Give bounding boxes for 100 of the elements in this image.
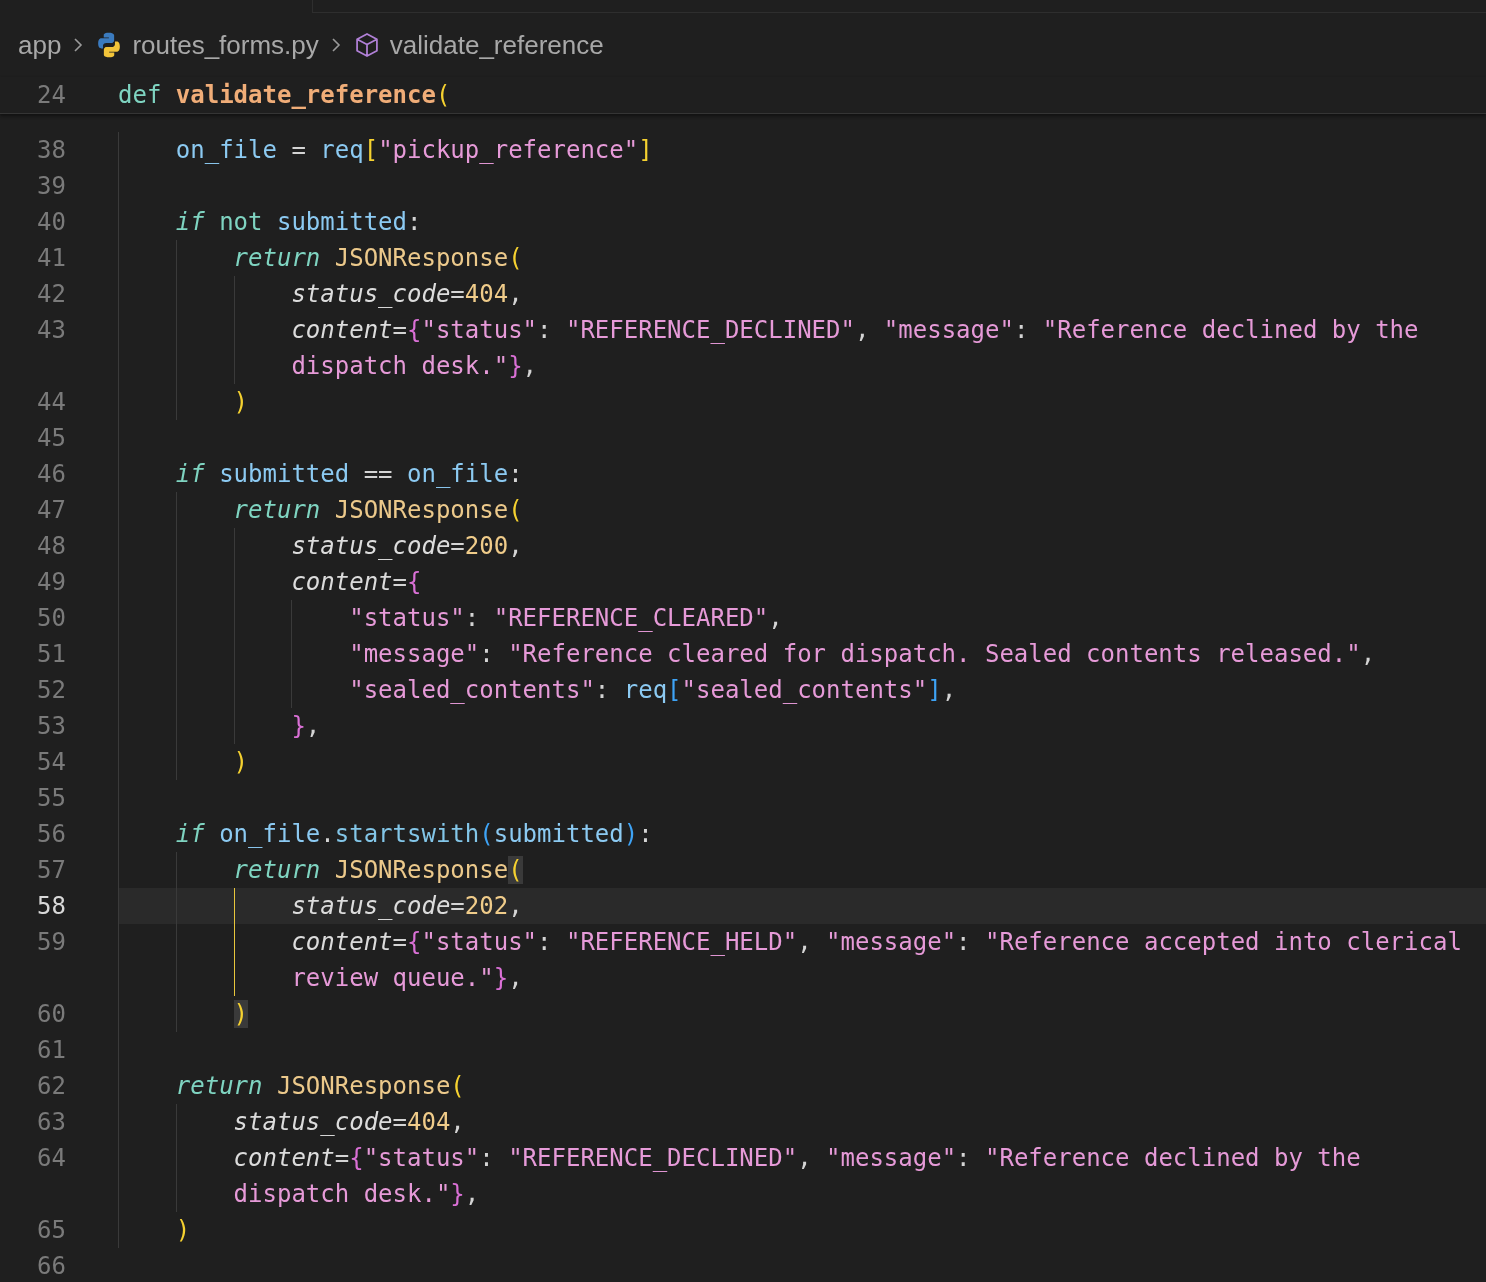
- string-literal: "REFERENCE_CLEARED": [493, 604, 769, 632]
- string-literal: dispatch desk.": [291, 352, 509, 380]
- string-literal: "status": [421, 316, 538, 344]
- keyword: return: [233, 496, 321, 524]
- line-number: 56: [37, 820, 66, 848]
- operator: ,: [464, 1180, 480, 1208]
- keyword: return: [175, 1072, 263, 1100]
- string-literal: "Reference accepted into clerical: [985, 928, 1462, 956]
- number-literal: 404: [407, 1108, 451, 1136]
- operator: ,: [508, 964, 523, 992]
- operator: ,: [854, 316, 871, 344]
- line-number: 24: [36, 81, 66, 109]
- bracket: ): [233, 1000, 249, 1028]
- bracket: (: [508, 496, 523, 524]
- operator: ,: [450, 1108, 465, 1136]
- operator: :: [479, 1144, 495, 1172]
- variable-name: on_file: [218, 820, 321, 848]
- operator: =: [392, 1108, 407, 1136]
- class-name: JSONResponse: [333, 496, 509, 524]
- operator: :: [956, 1144, 972, 1172]
- line-number: 40: [37, 208, 66, 236]
- operator: :: [464, 604, 481, 632]
- operator: ,: [941, 676, 957, 704]
- operator: =: [450, 532, 465, 560]
- line-number: 38: [37, 136, 66, 164]
- string-literal: "message": [349, 640, 480, 668]
- variable-name: on_file: [175, 136, 277, 164]
- chevron-icon: [73, 37, 84, 53]
- operator: =: [334, 1144, 350, 1172]
- line-number: 47: [37, 496, 66, 524]
- number-literal: 404: [464, 280, 509, 308]
- bracket: (: [508, 244, 523, 272]
- bracket: ): [623, 820, 639, 848]
- operator: :: [594, 676, 611, 704]
- operator: :: [508, 460, 523, 488]
- parameter-name: status_code: [233, 1108, 393, 1136]
- string-literal: "status": [421, 928, 538, 956]
- keyword: def: [118, 81, 162, 109]
- bracket: ]: [927, 676, 942, 704]
- operator: ,: [768, 604, 783, 632]
- string-literal: "status": [349, 604, 465, 632]
- operator: :: [407, 208, 422, 236]
- line-number: 52: [37, 676, 66, 704]
- bracket: {: [349, 1144, 364, 1172]
- operator: =: [450, 280, 465, 308]
- operator: ,: [1360, 640, 1376, 668]
- string-literal: "message": [826, 1144, 957, 1172]
- line-number: 39: [37, 172, 66, 200]
- class-name: JSONResponse: [275, 1072, 451, 1100]
- function-name: validate_reference: [174, 81, 436, 109]
- breadcrumb-item[interactable]: routes_forms.py: [132, 29, 319, 61]
- operator: =: [392, 928, 407, 956]
- line-number: 49: [37, 568, 66, 596]
- bracket: ): [233, 388, 249, 416]
- parameter-name: content: [291, 316, 393, 344]
- breadcrumb-item[interactable]: app: [18, 29, 62, 61]
- operator: ,: [508, 280, 523, 308]
- line-number: 44: [37, 388, 66, 416]
- parameter-name: content: [233, 1144, 335, 1172]
- operator: =: [392, 568, 407, 596]
- bracket: [: [667, 676, 682, 704]
- line-number: 63: [37, 1108, 66, 1136]
- variable-name: req: [320, 136, 364, 164]
- string-literal: review queue.": [291, 964, 494, 992]
- keyword: if: [175, 820, 205, 848]
- line-number: 62: [37, 1072, 66, 1100]
- string-literal: "REFERENCE_HELD": [565, 928, 798, 956]
- string-literal: "Reference declined by the: [1042, 316, 1419, 344]
- line-number: 50: [37, 604, 66, 632]
- parameter-name: status_code: [291, 532, 451, 560]
- operator: :: [537, 928, 553, 956]
- breadcrumb-item[interactable]: validate_reference: [389, 29, 604, 61]
- line-number: 64: [37, 1144, 66, 1172]
- operator: =: [450, 892, 465, 920]
- operator: ,: [797, 928, 813, 956]
- bracket: (: [450, 1072, 465, 1100]
- bracket: }: [508, 352, 523, 380]
- string-literal: "REFERENCE_DECLINED": [508, 1144, 798, 1172]
- class-name: JSONResponse: [333, 244, 509, 272]
- operator: ,: [305, 712, 321, 740]
- operator: ==: [362, 460, 393, 488]
- line-number: 42: [37, 280, 66, 308]
- bracket: {: [407, 568, 422, 596]
- operator: .: [320, 820, 335, 848]
- bracket: {: [407, 928, 422, 956]
- string-literal: "message": [826, 928, 957, 956]
- line-number: 55: [37, 784, 66, 812]
- string-literal: "Reference declined by the: [985, 1144, 1361, 1172]
- line-number: 65: [37, 1216, 66, 1244]
- line-number: 43: [37, 316, 66, 344]
- bracket: {: [407, 316, 422, 344]
- line-number: 60: [37, 1000, 66, 1028]
- string-literal: "pickup_reference": [378, 136, 639, 164]
- operator: :: [1013, 316, 1030, 344]
- operator: :: [638, 820, 653, 848]
- operator: :: [956, 928, 972, 956]
- line-number: 61: [37, 1036, 66, 1064]
- string-literal: "Reference cleared for dispatch. Sealed contents released.": [508, 640, 1361, 668]
- string-literal: dispatch desk.": [233, 1180, 451, 1208]
- line-number: 51: [37, 640, 66, 668]
